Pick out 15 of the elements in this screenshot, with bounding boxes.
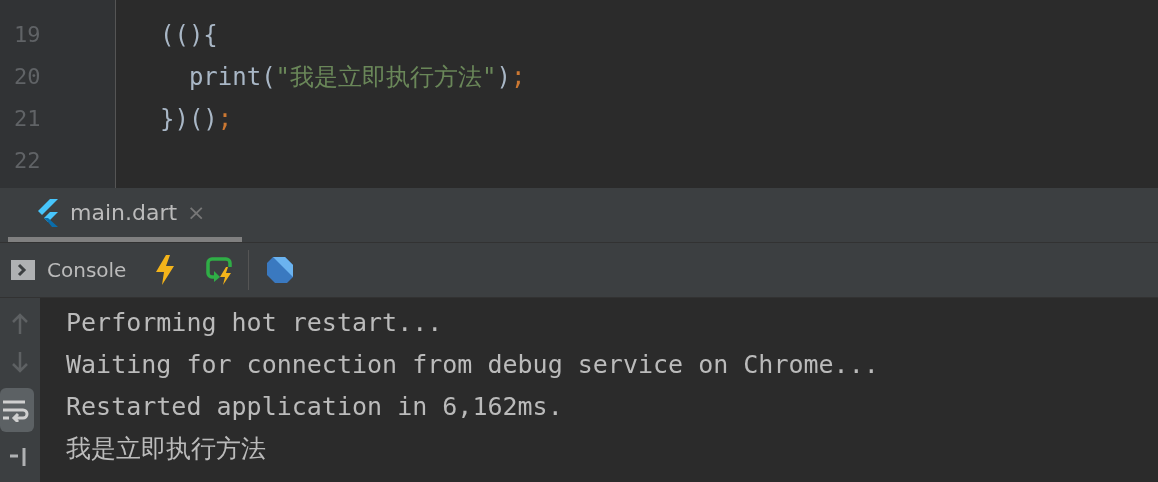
- soft-wrap-icon: [3, 398, 31, 422]
- console-output-line: Waiting for connection from debug service on Chrome...: [66, 350, 879, 379]
- console-output-line: Performing hot restart...: [66, 308, 443, 337]
- lightning-icon[interactable]: [154, 255, 177, 285]
- code-line: ((){: [160, 20, 218, 51]
- dart-logo-icon[interactable]: [265, 255, 296, 285]
- console-label[interactable]: Console: [47, 258, 127, 282]
- restart-lightning-icon[interactable]: [204, 255, 235, 285]
- flutter-icon: [36, 198, 60, 227]
- code-line: })();: [160, 104, 233, 135]
- terminal-icon: [11, 260, 35, 280]
- soft-wrap-button[interactable]: [0, 388, 34, 432]
- code-line: print("我是立即执行方法");: [187, 62, 526, 93]
- console-output-line: Restarted application in 6,162ms.: [66, 392, 563, 421]
- console-output-line: 我是立即执行方法: [66, 434, 266, 463]
